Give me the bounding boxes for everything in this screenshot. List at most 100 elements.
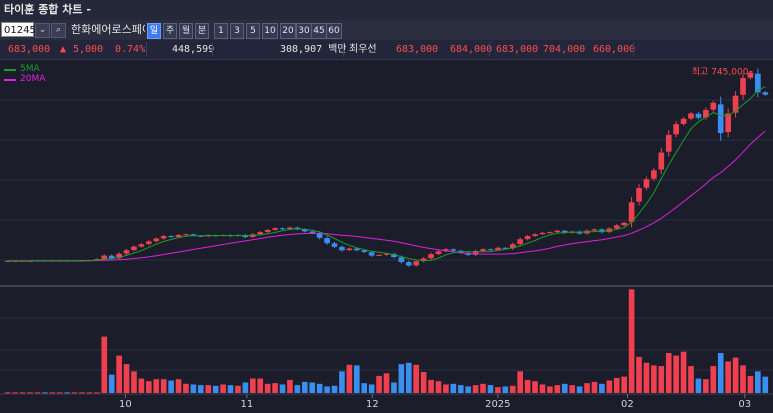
candle-body: [264, 230, 271, 233]
candle-body: [480, 249, 486, 251]
interval-20-button[interactable]: 20: [280, 23, 296, 39]
candle-body: [272, 228, 278, 230]
volume-bar: [502, 386, 509, 393]
volume-bar: [517, 371, 524, 393]
volume-bar: [160, 379, 167, 393]
volume-bar: [636, 356, 642, 393]
candle-body: [524, 236, 531, 240]
price-chart[interactable]: 10 11 12 2025 02 03 최고 745,000: [0, 60, 773, 413]
volume-bar: [94, 392, 100, 394]
volume-bar: [398, 364, 405, 393]
candle-body: [131, 246, 137, 251]
x-tick-label: 03: [738, 399, 751, 410]
candle-body: [547, 232, 553, 234]
volume-bar: [457, 385, 464, 393]
candle-body: [532, 234, 538, 236]
volume-bar: [138, 378, 145, 393]
interval-10-button[interactable]: 10: [262, 23, 278, 39]
volume-bar: [205, 385, 212, 393]
volume-bar: [64, 392, 70, 394]
ma5-legend-label: 5MA: [20, 64, 40, 74]
volume-bar: [443, 384, 449, 393]
volume-bar: [584, 383, 590, 393]
candle-body: [658, 152, 665, 170]
stock-code-input[interactable]: 012450: [1, 22, 42, 37]
volume-bar: [279, 384, 286, 393]
volume-bar: [42, 392, 48, 394]
code-dropdown-button[interactable]: ⌄: [35, 23, 50, 38]
volume-bar: [123, 364, 130, 393]
volume-bar: [168, 380, 174, 393]
trade-amount: 308,907 백만: [280, 44, 347, 55]
x-tick-label: 12: [366, 399, 379, 410]
interval-45-button[interactable]: 45: [311, 23, 327, 39]
high-annotation: 최고 745,000: [692, 67, 749, 78]
volume-bar: [732, 357, 739, 393]
quote-bar: 683,000 ▲ 5,000 0.74% 448,599 308,907 백만…: [0, 40, 773, 60]
candle-body: [331, 243, 338, 247]
volume-bar: [79, 392, 85, 394]
candle-body: [554, 230, 561, 233]
volume-bar: [651, 365, 657, 393]
candle-body: [413, 261, 420, 266]
candle-body: [673, 124, 679, 135]
candle-body: [175, 234, 182, 238]
volume-bar: [405, 362, 412, 393]
volume-bar: [264, 383, 271, 393]
x-tick-label: 2025: [485, 399, 510, 410]
volume-bar: [242, 382, 249, 393]
candle-body: [279, 228, 286, 230]
volume-bar: [56, 392, 63, 394]
volume-bar: [554, 385, 561, 393]
candle-body: [138, 244, 145, 247]
candle-body: [725, 113, 731, 133]
volume-bar: [703, 379, 709, 393]
volume-bar: [420, 372, 427, 393]
volume-bar: [301, 381, 308, 393]
period-month-tab[interactable]: 월: [179, 23, 193, 39]
volume-bar: [272, 383, 278, 393]
volume-bar: [227, 385, 234, 393]
volume-bar: [212, 385, 219, 393]
candle-body: [680, 118, 687, 124]
candle-body: [153, 238, 160, 242]
volume-bar: [108, 374, 115, 393]
candle-body: [762, 92, 769, 95]
candle-body: [435, 251, 442, 255]
candle-body: [747, 72, 754, 78]
interval-30-button[interactable]: 30: [296, 23, 312, 39]
volume-bar: [740, 365, 746, 393]
volume-bar: [509, 385, 516, 393]
candle-body: [621, 222, 627, 226]
candle-body: [710, 102, 717, 110]
interval-5-button[interactable]: 5: [246, 23, 260, 39]
volume-bar: [257, 378, 264, 393]
best-quote-label: 최우선: [349, 44, 377, 55]
period-day-tab[interactable]: 일: [147, 23, 161, 39]
candle-body: [717, 104, 724, 134]
search-button[interactable]: ⌕: [51, 23, 66, 38]
volume-bar: [86, 392, 93, 394]
interval-3-button[interactable]: 3: [230, 23, 244, 39]
volume-bar: [27, 392, 33, 394]
candle-body: [636, 188, 642, 202]
volume-bar: [561, 383, 568, 393]
candle-body: [732, 95, 739, 113]
price-change: 5,000: [73, 44, 104, 55]
candle-body: [123, 250, 130, 254]
interval-1-button[interactable]: 1: [214, 23, 228, 39]
candle-body: [665, 134, 672, 152]
volume-bar: [131, 371, 137, 393]
interval-60-button[interactable]: 60: [326, 23, 342, 39]
volume-bar: [12, 392, 18, 394]
low-price: 660,000: [593, 44, 636, 55]
volume-bar: [190, 384, 197, 393]
volume-bar: [71, 392, 78, 394]
candle-body: [101, 255, 108, 259]
candle-body: [613, 225, 620, 229]
period-week-tab[interactable]: 주: [163, 23, 177, 39]
period-minute-tab[interactable]: 분: [195, 23, 209, 39]
volume-bar: [532, 381, 538, 393]
candle-body: [450, 249, 457, 251]
candle-body: [651, 170, 657, 179]
